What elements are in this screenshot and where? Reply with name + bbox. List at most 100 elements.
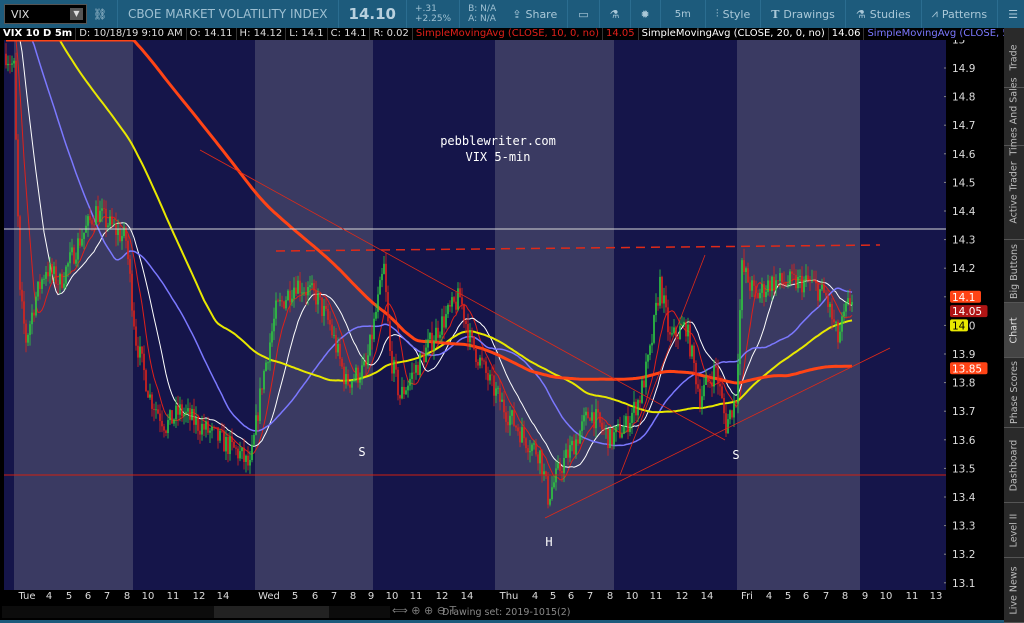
candle-body [479, 357, 481, 366]
drawing-set[interactable]: Drawing set: 2019-1015(2) [442, 607, 571, 618]
flask-button[interactable]: ⚗ [604, 0, 626, 28]
share-button[interactable]: ⇪ Share [506, 0, 563, 28]
y-tick-label: 13.8 [952, 378, 975, 390]
candle-body [317, 293, 319, 305]
side-tab-dashboard[interactable]: Dashboard [1004, 428, 1024, 503]
candle-body [345, 374, 347, 385]
candle-body [787, 283, 789, 286]
candle-body [151, 394, 153, 409]
settings-button[interactable]: ✹ [635, 0, 656, 28]
y-tick-label: 14.6 [952, 149, 976, 161]
candle-body [185, 411, 187, 415]
candle-body [667, 307, 669, 333]
side-tab-label: Live News [1008, 565, 1020, 615]
candle-body [597, 409, 599, 413]
candle-body [691, 345, 693, 357]
candle-body [781, 273, 783, 283]
candle-body [177, 405, 179, 415]
candle-body [497, 387, 499, 389]
menu-button[interactable]: ☰ [1002, 0, 1024, 28]
horizontal-scrollbar[interactable] [2, 606, 390, 618]
candle-body [469, 330, 471, 343]
candle-body [685, 321, 687, 337]
candle-body [97, 206, 99, 222]
price-chart[interactable]: pebblewriter.com VIX 5-min S H S 15 14.9 1… [0, 40, 1004, 590]
candle-body [849, 298, 851, 305]
drawings-button[interactable]: T Drawings [765, 0, 841, 28]
candle-body [441, 316, 443, 335]
x-tick-label: 7 [822, 591, 830, 602]
side-tab-big-buttons[interactable]: Big Buttons [1004, 240, 1024, 303]
crosshair-icon[interactable]: ⊕ [411, 604, 420, 617]
sma20-label[interactable]: SimpleMovingAvg (CLOSE, 20, 0, no) [639, 28, 829, 40]
candle-body [107, 225, 109, 227]
flask-icon: ⚗ [855, 7, 866, 21]
chevron-down-icon[interactable]: ▼ [70, 8, 83, 20]
candle-body [309, 285, 311, 288]
candle-body [755, 285, 757, 294]
side-tab-times-and-sales[interactable]: Times And Sales [1004, 77, 1024, 156]
x-tick-label: 8 [606, 591, 614, 602]
candle-body [837, 321, 839, 343]
side-tab-label: Level II [1008, 513, 1020, 547]
candle-body [627, 416, 629, 433]
candle-body [509, 415, 511, 426]
candle-body [11, 63, 13, 65]
alert-button[interactable]: ▭ [572, 0, 594, 28]
side-tab-chart[interactable]: Chart [1004, 303, 1024, 358]
style-button[interactable]: ⫶ Style [710, 0, 756, 28]
candle-body [159, 413, 161, 421]
candle-body [649, 345, 651, 355]
aggregation-button[interactable]: 5m [665, 0, 701, 28]
candle-body [193, 408, 195, 425]
candle-body [557, 463, 559, 469]
candle-body [229, 436, 231, 455]
candle-body [83, 232, 85, 239]
y-tick-label: 13.9 [952, 349, 975, 361]
candle-body [47, 272, 49, 277]
symbol-selector[interactable]: VIX ▼ [4, 4, 87, 24]
candle-body [327, 308, 329, 320]
candle-body [269, 342, 271, 363]
sma50-label[interactable]: SimpleMovingAvg (CLOSE, 50,... [864, 28, 1004, 40]
candle-body [225, 436, 227, 452]
side-tab-active-trader[interactable]: Active Trader [1004, 146, 1024, 240]
side-tab-level-ii[interactable]: Level II [1004, 503, 1024, 558]
candle-body [223, 430, 225, 452]
candle-body [283, 301, 285, 309]
y-tick-label: 13.5 [952, 463, 975, 475]
candle-body [89, 216, 91, 221]
candle-body [127, 240, 129, 260]
candle-body [815, 280, 817, 284]
candle-body [99, 210, 101, 222]
side-tab-phase-scores[interactable]: Phase Scores [1004, 358, 1024, 428]
candle-body [403, 386, 405, 395]
candle-body [333, 335, 335, 336]
scrollbar-thumb[interactable] [214, 606, 329, 618]
sma10-label[interactable]: SimpleMovingAvg (CLOSE, 10, 0, no) [413, 28, 604, 40]
candle-body [213, 426, 215, 428]
zoom-in-icon[interactable]: ⊕ [424, 604, 433, 617]
pan-icon[interactable]: ⟺ [392, 604, 408, 617]
x-tick-label: 8 [841, 591, 849, 602]
candle-body [377, 294, 379, 312]
candle-body [453, 297, 455, 302]
candle-body [321, 297, 323, 317]
patterns-button[interactable]: ⩘ Patterns [926, 0, 994, 28]
candle-body [523, 427, 525, 439]
side-tab-label: Active Trader [1008, 161, 1020, 224]
studies-button[interactable]: ⚗ Studies [850, 0, 917, 28]
candle-body [575, 439, 577, 455]
link-icon[interactable]: ⛓ [87, 0, 113, 28]
candle-body [329, 319, 331, 325]
x-tick-label: Wed [258, 591, 280, 602]
candle-body [435, 327, 437, 342]
candle-body [847, 298, 849, 303]
candle-body [705, 377, 707, 385]
y-tick-label: 15 [952, 40, 965, 46]
side-tab-live-news[interactable]: Live News [1004, 558, 1024, 623]
y-tick-label: 13.6 [952, 435, 976, 447]
side-tab-label: Trade [1008, 44, 1020, 71]
candle-body [31, 312, 33, 325]
x-tick-label: 6 [84, 591, 92, 602]
